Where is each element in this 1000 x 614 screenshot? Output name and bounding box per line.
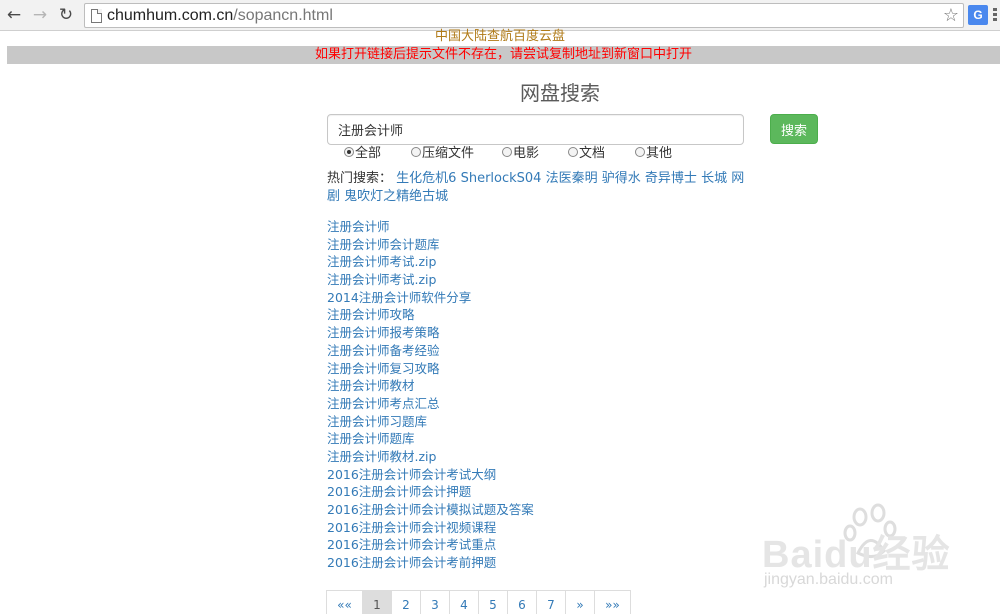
list-item: 注册会计师考试.zip [327, 271, 534, 289]
list-item: 注册会计师备考经验 [327, 342, 534, 360]
page-icon [91, 9, 102, 23]
list-item: 注册会计师教材.zip [327, 448, 534, 466]
list-item: 注册会计师题库 [327, 430, 534, 448]
list-item: 注册会计师攻略 [327, 306, 534, 324]
hot-searches: 热门搜索： 生化危机6 SherlockS04 法医秦明 驴得水 奇异博士 长城… [327, 170, 747, 206]
pagination: «« 1 2 3 4 5 6 7 » »» [326, 590, 631, 614]
hot-search-link[interactable]: 驴得水 [602, 171, 641, 186]
result-link[interactable]: 注册会计师教材.zip [327, 449, 436, 464]
list-item: 注册会计师习题库 [327, 413, 534, 431]
address-bar[interactable]: chumhum.com.cn/sopancn.html ☆ [84, 3, 964, 28]
hot-searches-label: 热门搜索： [327, 171, 393, 186]
result-link[interactable]: 注册会计师会计题库 [327, 237, 440, 252]
page-4[interactable]: 4 [449, 590, 479, 614]
result-link[interactable]: 2016注册会计师会计考试重点 [327, 537, 496, 552]
page-5[interactable]: 5 [478, 590, 508, 614]
hot-search-link[interactable]: 鬼吹灯之精绝古城 [344, 189, 448, 204]
result-link[interactable]: 注册会计师考试.zip [327, 272, 436, 287]
page-7[interactable]: 7 [536, 590, 566, 614]
watermark-brand: Baidu经验 [762, 534, 951, 576]
page-first[interactable]: «« [326, 590, 363, 614]
radio-icon[interactable] [568, 147, 578, 157]
list-item: 2016注册会计师会计押题 [327, 483, 534, 501]
hot-search-link[interactable]: 法医秦明 [546, 171, 598, 186]
radio-icon[interactable] [411, 147, 421, 157]
filter-other[interactable]: 其他 [635, 146, 672, 162]
result-link[interactable]: 2014注册会计师软件分享 [327, 290, 471, 305]
browser-toolbar: ← → ↻ chumhum.com.cn/sopancn.html ☆ G [0, 0, 1000, 31]
result-link[interactable]: 注册会计师 [327, 219, 390, 234]
baidu-jingyan-watermark: Baidu经验 jingyan.baidu.com [762, 503, 1000, 595]
search-button[interactable]: 搜索 [770, 114, 818, 144]
page-3[interactable]: 3 [420, 590, 450, 614]
hot-search-link[interactable]: 生化危机6 [396, 171, 456, 186]
radio-icon[interactable] [502, 147, 512, 157]
reload-icon[interactable]: ↻ [56, 5, 76, 25]
result-link[interactable]: 注册会计师习题库 [327, 414, 427, 429]
result-link[interactable]: 2016注册会计师会计押题 [327, 484, 471, 499]
filter-document[interactable]: 文档 [568, 146, 605, 162]
translate-icon[interactable]: G [968, 5, 988, 25]
page-next[interactable]: » [565, 590, 595, 614]
hot-search-link[interactable]: 长城 [701, 171, 727, 186]
filter-movie[interactable]: 电影 [502, 146, 539, 162]
result-list: 注册会计师 注册会计师会计题库 注册会计师考试.zip 注册会计师考试.zip … [327, 218, 534, 572]
result-link[interactable]: 注册会计师考试.zip [327, 254, 436, 269]
hot-search-link[interactable]: 奇异博士 [645, 171, 697, 186]
bookmark-star-icon[interactable]: ☆ [943, 4, 959, 27]
list-item: 注册会计师考试.zip [327, 253, 534, 271]
result-link[interactable]: 注册会计师考点汇总 [327, 396, 440, 411]
list-item: 2016注册会计师会计考试大纲 [327, 466, 534, 484]
page-1[interactable]: 1 [362, 590, 392, 614]
list-item: 注册会计师会计题库 [327, 236, 534, 254]
result-link[interactable]: 注册会计师教材 [327, 378, 415, 393]
radio-icon[interactable] [635, 147, 645, 157]
page-last[interactable]: »» [594, 590, 631, 614]
list-item: 注册会计师考点汇总 [327, 395, 534, 413]
search-input[interactable] [327, 114, 744, 145]
result-link[interactable]: 注册会计师攻略 [327, 307, 415, 322]
site-title: 中国大陆查航百度云盘 [434, 29, 565, 44]
watermark-domain: jingyan.baidu.com [764, 571, 893, 588]
hot-search-link[interactable]: SherlockS04 [461, 171, 542, 186]
list-item: 2014注册会计师软件分享 [327, 289, 534, 307]
result-link[interactable]: 2016注册会计师会计视频课程 [327, 520, 496, 535]
result-link[interactable]: 2016注册会计师会计考试大纲 [327, 467, 496, 482]
list-item: 注册会计师复习攻略 [327, 360, 534, 378]
list-item: 注册会计师教材 [327, 377, 534, 395]
page-6[interactable]: 6 [507, 590, 537, 614]
list-item: 2016注册会计师会计视频课程 [327, 519, 534, 537]
result-link[interactable]: 注册会计师题库 [327, 431, 415, 446]
result-link[interactable]: 注册会计师备考经验 [327, 343, 440, 358]
result-link[interactable]: 注册会计师报考策略 [327, 325, 440, 340]
radio-icon[interactable] [344, 147, 354, 157]
result-link[interactable]: 2016注册会计师会计模拟试题及答案 [327, 502, 534, 517]
list-item: 注册会计师报考策略 [327, 324, 534, 342]
list-item: 2016注册会计师会计模拟试题及答案 [327, 501, 534, 519]
list-item: 2016注册会计师会计考前押题 [327, 554, 534, 572]
list-item: 注册会计师 [327, 218, 534, 236]
list-item: 2016注册会计师会计考试重点 [327, 536, 534, 554]
forward-arrow-icon[interactable]: → [30, 5, 50, 25]
back-arrow-icon[interactable]: ← [4, 5, 24, 25]
filter-archive[interactable]: 压缩文件 [411, 146, 474, 162]
menu-icon[interactable] [991, 7, 1000, 23]
page-2[interactable]: 2 [391, 590, 421, 614]
result-link[interactable]: 注册会计师复习攻略 [327, 361, 440, 376]
result-link[interactable]: 2016注册会计师会计考前押题 [327, 555, 496, 570]
filter-all[interactable]: 全部 [344, 146, 381, 162]
search-heading: 网盘搜索 [520, 81, 600, 105]
url-text: chumhum.com.cn/sopancn.html [107, 7, 333, 24]
notice-banner: 如果打开链接后提示文件不存在，请尝试复制地址到新窗口中打开 [7, 46, 1000, 64]
